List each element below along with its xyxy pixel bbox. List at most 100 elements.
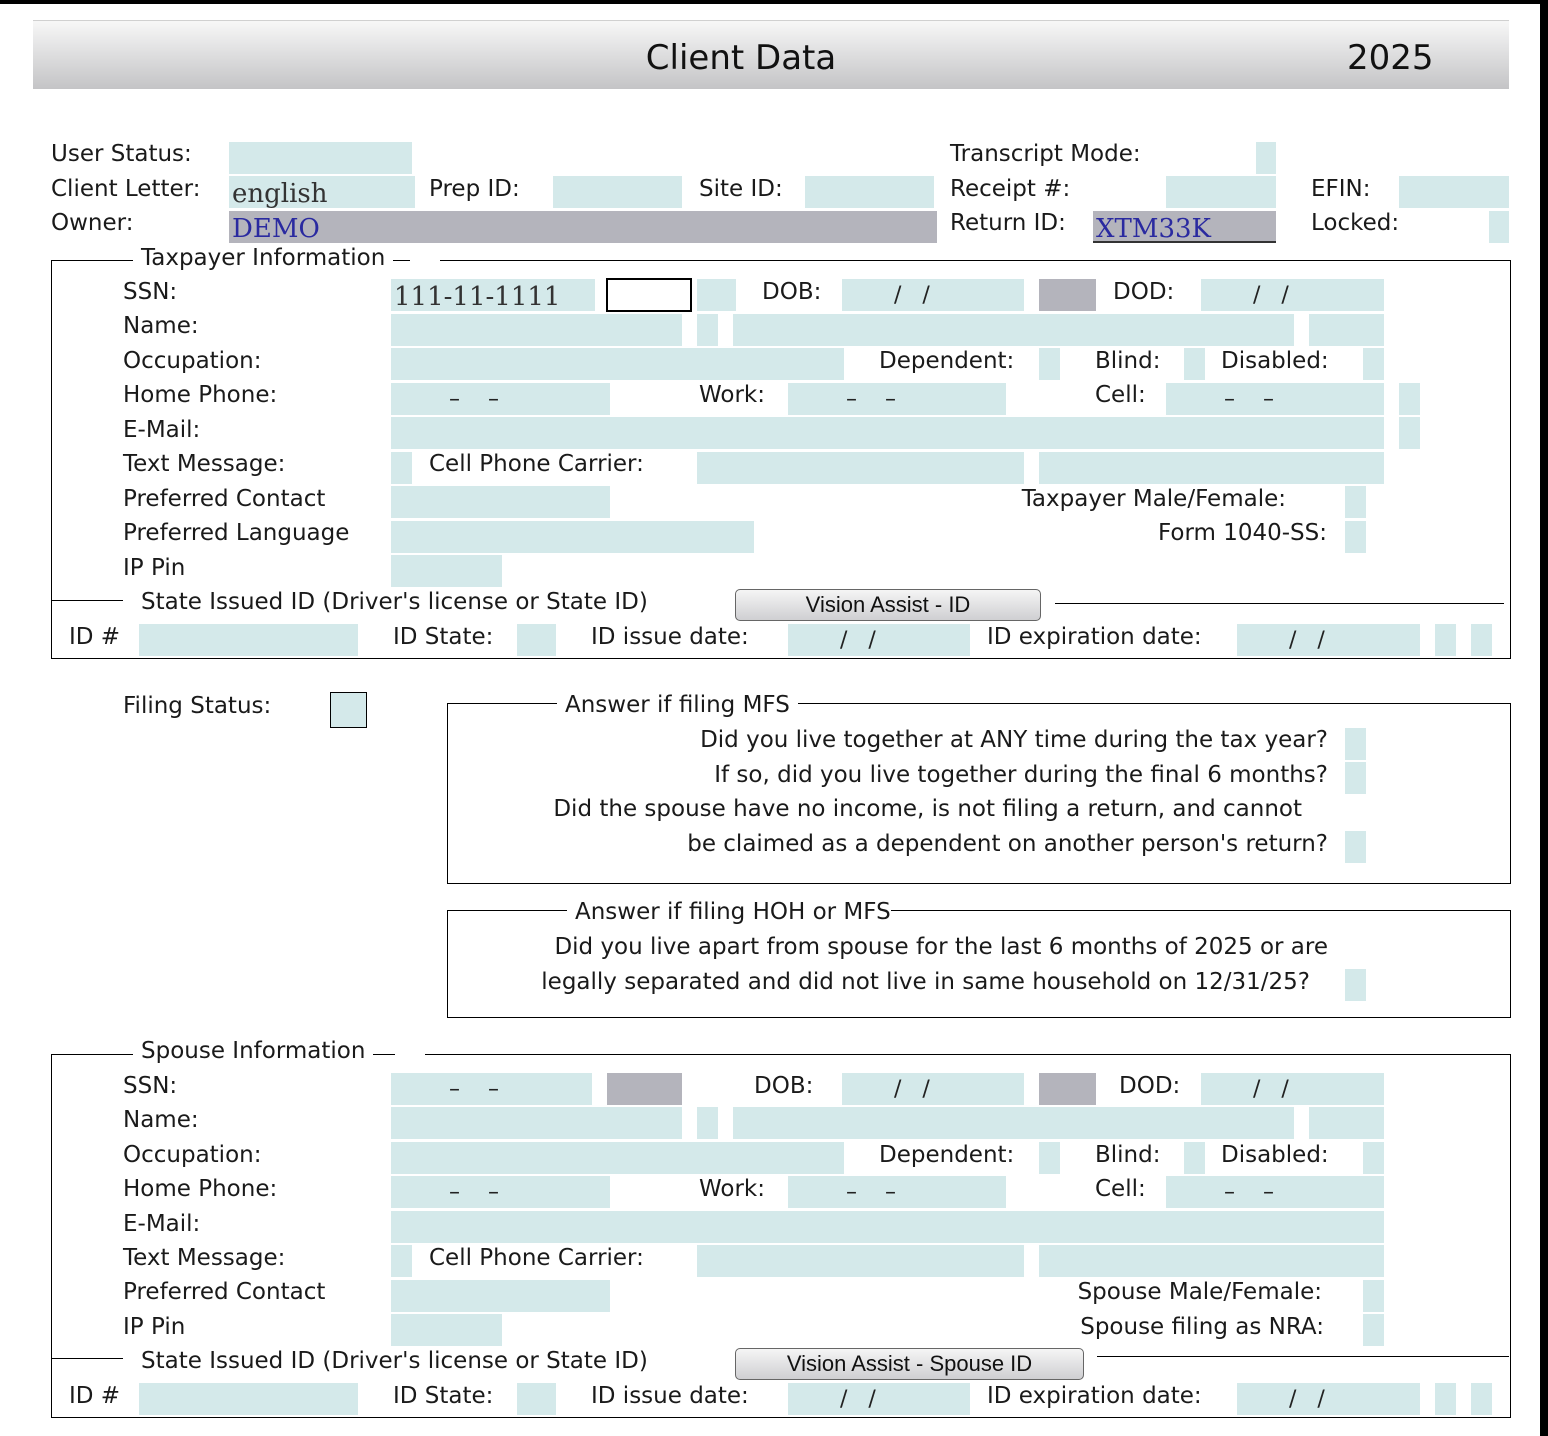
vision-assist-id-button[interactable]: Vision Assist - ID <box>735 589 1041 621</box>
transcript-mode-field[interactable] <box>1256 142 1276 174</box>
tp-work-phone-field[interactable]: – – <box>788 383 1006 415</box>
tp-dod-label: DOD: <box>1113 279 1175 305</box>
tp-last-name-field[interactable] <box>733 314 1294 346</box>
tp-dod-field[interactable]: / / <box>1201 279 1384 311</box>
sp-dod-field[interactable]: / / <box>1201 1073 1384 1105</box>
sp-ip-pin-label: IP Pin <box>123 1314 186 1340</box>
sp-cell-phone-field[interactable]: – – <box>1166 1176 1384 1208</box>
sp-id-flag1-field[interactable] <box>1435 1383 1456 1415</box>
tp-home-phone-field[interactable]: – – <box>391 383 610 415</box>
sp-id-divider-right <box>1097 1356 1509 1357</box>
tp-middle-initial-field[interactable] <box>697 314 718 346</box>
sp-home-phone-field[interactable]: – – <box>391 1176 610 1208</box>
sp-id-state-field[interactable] <box>517 1383 556 1415</box>
tp-preferred-language-field[interactable] <box>391 521 754 553</box>
sp-id-number-field[interactable] <box>139 1383 358 1415</box>
tp-email-label: E-Mail: <box>123 417 201 443</box>
sp-blind-field[interactable] <box>1184 1142 1205 1174</box>
tp-cell-carrier-other-field[interactable] <box>1039 452 1384 484</box>
tp-email-field[interactable] <box>391 417 1384 449</box>
mfs-q1-field[interactable] <box>1345 728 1366 760</box>
tp-id-flag1-field[interactable] <box>1435 624 1456 656</box>
tp-text-message-field[interactable] <box>391 452 412 484</box>
sp-gender-field[interactable] <box>1363 1280 1384 1312</box>
sp-id-flag2-field[interactable] <box>1471 1383 1492 1415</box>
sp-cell-carrier-field[interactable] <box>697 1245 1024 1277</box>
sp-email-label: E-Mail: <box>123 1211 201 1237</box>
sp-occupation-field[interactable] <box>391 1142 844 1174</box>
sp-id-divider-left <box>51 1358 123 1359</box>
sp-middle-initial-field[interactable] <box>697 1107 718 1139</box>
tp-dependent-field[interactable] <box>1039 348 1060 380</box>
sp-work-label: Work: <box>699 1176 765 1202</box>
sp-suffix-field[interactable] <box>1309 1107 1384 1139</box>
receipt-label: Receipt #: <box>950 176 1071 202</box>
tp-id-number-label: ID # <box>69 624 121 650</box>
tp-first-name-field[interactable] <box>391 314 682 346</box>
sp-text-message-field[interactable] <box>391 1245 412 1277</box>
mfs-legend: Answer if filing MFS <box>557 690 798 720</box>
tp-ssn-focus-field[interactable] <box>606 278 692 312</box>
sp-ssn-field[interactable]: – – <box>391 1073 592 1105</box>
return-id-field: XTM33K <box>1093 211 1276 243</box>
efin-field[interactable] <box>1399 176 1509 208</box>
prep-id-field[interactable] <box>553 176 682 208</box>
tp-ip-pin-field[interactable] <box>391 555 502 587</box>
sp-dob-field[interactable]: / / <box>842 1073 1024 1105</box>
tp-cell-phone-field[interactable]: – – <box>1166 383 1384 415</box>
sp-work-phone-field[interactable]: – – <box>788 1176 1006 1208</box>
tp-email-flag-field[interactable] <box>1399 417 1420 449</box>
sp-nra-field[interactable] <box>1363 1314 1384 1346</box>
tp-blind-field[interactable] <box>1184 348 1205 380</box>
tp-ssn-extra-field[interactable] <box>697 279 736 311</box>
sp-id-expiration-label: ID expiration date: <box>987 1383 1202 1409</box>
mfs-q3-field[interactable] <box>1345 831 1366 863</box>
sp-id-issue-field[interactable]: / / <box>788 1383 970 1415</box>
tp-cell-flag-field[interactable] <box>1399 383 1420 415</box>
tp-dob-field[interactable]: / / <box>842 279 1024 311</box>
sp-disabled-field[interactable] <box>1363 1142 1384 1174</box>
tp-id-legend: State Issued ID (Driver's license or Sta… <box>133 587 656 617</box>
mfs-q2-field[interactable] <box>1345 762 1366 794</box>
sp-email-field[interactable] <box>391 1211 1384 1243</box>
tp-id-issue-field[interactable]: / / <box>788 624 970 656</box>
tp-preferred-contact-field[interactable] <box>391 486 610 518</box>
sp-id-expiration-field[interactable]: / / <box>1237 1383 1420 1415</box>
tp-age-field <box>1039 279 1096 311</box>
sp-ip-pin-field[interactable] <box>391 1314 502 1346</box>
sp-text-message-label: Text Message: <box>123 1245 286 1271</box>
sp-preferred-contact-label: Preferred Contact <box>123 1279 326 1305</box>
sp-dependent-field[interactable] <box>1039 1142 1060 1174</box>
hoh-q-field[interactable] <box>1345 969 1366 1001</box>
tp-dependent-label: Dependent: <box>879 348 1015 374</box>
form-header: Client Data 2025 <box>33 20 1509 89</box>
tp-id-state-field[interactable] <box>517 624 556 656</box>
client-letter-field[interactable]: english <box>229 176 415 208</box>
tp-form-1040ss-field[interactable] <box>1345 521 1366 553</box>
tp-preferred-contact-label: Preferred Contact <box>123 486 326 512</box>
tp-id-expiration-field[interactable]: / / <box>1237 624 1420 656</box>
tp-id-number-field[interactable] <box>139 624 358 656</box>
tp-disabled-field[interactable] <box>1363 348 1384 380</box>
tp-occupation-field[interactable] <box>391 348 844 380</box>
window-top-border <box>0 0 1548 4</box>
user-status-field[interactable] <box>229 142 412 174</box>
sp-id-state-label: ID State: <box>393 1383 494 1409</box>
sp-last-name-field[interactable] <box>733 1107 1294 1139</box>
spouse-legend-gap <box>395 1036 425 1066</box>
vision-assist-spouse-id-button[interactable]: Vision Assist - Spouse ID <box>735 1348 1084 1380</box>
sp-cell-label: Cell: <box>1095 1176 1146 1202</box>
sp-first-name-field[interactable] <box>391 1107 682 1139</box>
tp-id-flag2-field[interactable] <box>1471 624 1492 656</box>
tp-ssn-field[interactable]: 111-11-1111 <box>391 279 595 311</box>
sp-preferred-contact-field[interactable] <box>391 1280 610 1312</box>
locked-field[interactable] <box>1489 211 1509 243</box>
filing-status-field[interactable] <box>330 692 367 728</box>
receipt-field[interactable] <box>1166 176 1276 208</box>
sp-gender-label: Spouse Male/Female: <box>1077 1279 1322 1305</box>
site-id-field[interactable] <box>805 176 934 208</box>
sp-cell-carrier-other-field[interactable] <box>1039 1245 1384 1277</box>
tp-suffix-field[interactable] <box>1309 314 1384 346</box>
tp-gender-field[interactable] <box>1345 486 1366 518</box>
tp-cell-carrier-field[interactable] <box>697 452 1024 484</box>
